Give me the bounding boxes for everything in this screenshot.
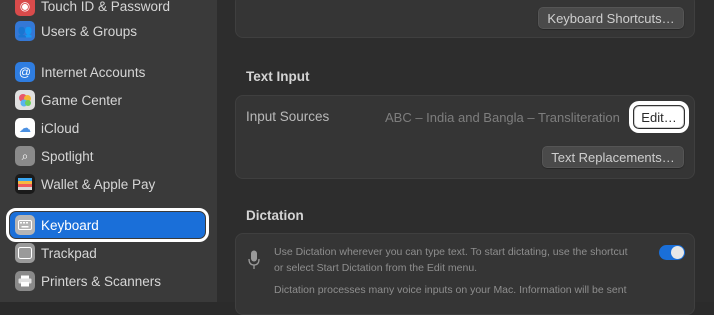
sidebar-item-label: Touch ID & Password <box>41 0 171 14</box>
sidebar-item-label: Internet Accounts <box>41 64 146 80</box>
sidebar-item-label: Spotlight <box>41 148 94 164</box>
magnifier-icon: ⌕ <box>15 146 35 166</box>
keyboard-icon <box>15 215 35 235</box>
shortcuts-card: Keyboard Shortcuts… <box>235 0 695 38</box>
sidebar-item-touch-id[interactable]: ◉ Touch ID & Password <box>10 0 205 19</box>
text-input-title: Text Input <box>246 69 310 84</box>
cloud-icon: ☁ <box>15 118 35 138</box>
printer-icon <box>15 271 35 291</box>
sidebar-item-users-groups[interactable]: 👥 Users & Groups <box>10 18 205 44</box>
sidebar-item-spotlight[interactable]: ⌕ Spotlight <box>10 143 205 169</box>
sidebar-item-label: Game Center <box>41 92 123 108</box>
text-replacements-button[interactable]: Text Replacements… <box>542 146 684 168</box>
users-icon: 👥 <box>15 21 35 41</box>
sidebar-item-wallet[interactable]: Wallet & Apple Pay <box>10 171 205 197</box>
fingerprint-icon: ◉ <box>15 0 35 16</box>
sidebar-item-game-center[interactable]: Game Center <box>10 87 205 113</box>
sidebar-item-label: Trackpad <box>41 245 97 261</box>
dictation-toggle[interactable] <box>659 245 685 260</box>
sidebar-item-label: iCloud <box>41 120 80 136</box>
dictation-title: Dictation <box>246 208 304 223</box>
game-center-icon <box>15 90 35 110</box>
sidebar-item-label: Users & Groups <box>41 23 138 39</box>
main-panel: Keyboard Shortcuts… Text Input Input Sou… <box>217 0 714 315</box>
dictation-description-line2: or select Start Dictation from the Edit … <box>274 262 478 274</box>
dictation-card: Use Dictation wherever you can type text… <box>235 233 695 315</box>
sidebar-item-icloud[interactable]: ☁ iCloud <box>10 115 205 141</box>
input-sources-label: Input Sources <box>246 109 330 124</box>
sidebar-item-internet-accounts[interactable]: @ Internet Accounts <box>10 59 205 85</box>
sidebar-item-label: Printers & Scanners <box>41 273 162 289</box>
dictation-description-line1: Use Dictation wherever you can type text… <box>274 246 628 258</box>
dictation-description-line3: Dictation processes many voice inputs on… <box>274 284 627 296</box>
sidebar-item-printers[interactable]: Printers & Scanners <box>10 268 205 294</box>
trackpad-icon <box>15 243 35 263</box>
edit-input-sources-button[interactable]: Edit… <box>629 101 689 133</box>
input-sources-value: ABC – India and Bangla – Transliteration <box>385 110 620 125</box>
wallet-icon <box>15 174 35 194</box>
sidebar-item-label: Keyboard <box>41 217 99 233</box>
sidebar-item-trackpad[interactable]: Trackpad <box>10 240 205 266</box>
sidebar: ◉ Touch ID & Password 👥 Users & Groups @… <box>0 0 217 302</box>
text-input-card: Input Sources ABC – India and Bangla – T… <box>235 95 695 179</box>
at-icon: @ <box>15 62 35 82</box>
toggle-knob <box>671 246 684 259</box>
sidebar-item-keyboard[interactable]: Keyboard <box>6 208 209 242</box>
sidebar-item-label: Wallet & Apple Pay <box>41 176 156 192</box>
keyboard-shortcuts-button[interactable]: Keyboard Shortcuts… <box>538 7 684 29</box>
microphone-icon <box>248 250 260 275</box>
